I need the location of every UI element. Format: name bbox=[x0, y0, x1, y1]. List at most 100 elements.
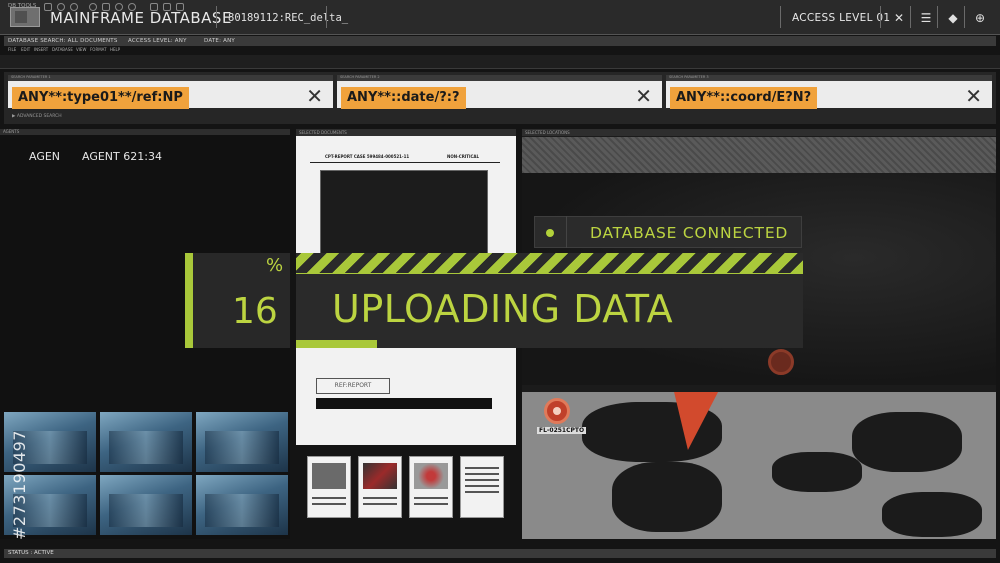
upload-progress-bar bbox=[296, 340, 377, 348]
filter-database-search[interactable]: DATABASE SEARCH: ALL DOCUMENTS bbox=[8, 38, 118, 44]
table-tool-icon[interactable] bbox=[176, 3, 184, 11]
status-text: STATUS : ACTIVE bbox=[8, 550, 54, 556]
thumbnail-text-line bbox=[312, 497, 346, 499]
document-thumbnail[interactable] bbox=[358, 456, 402, 518]
map-satellite-strip bbox=[522, 137, 996, 173]
search-label: SEARCH PARAMETER 1 bbox=[11, 75, 51, 79]
search-query[interactable]: ANY**:type01**/ref:NP bbox=[12, 87, 189, 109]
divider bbox=[910, 6, 911, 28]
panel-header: SELECTED DOCUMENTS bbox=[296, 129, 516, 136]
grid-tool-icon[interactable] bbox=[163, 3, 171, 11]
advanced-search-label: ADVANCED SEARCH bbox=[16, 114, 62, 119]
surveillance-photo[interactable] bbox=[100, 475, 192, 535]
classification-label: NON-CRITICAL bbox=[447, 154, 480, 159]
search-label: SEARCH PARAMETER 3 bbox=[669, 75, 709, 79]
thumbnail-text-line bbox=[363, 503, 397, 505]
search-label: SEARCH PARAMETER 2 bbox=[340, 75, 380, 79]
map-water bbox=[852, 412, 962, 472]
stock-image-id: #273190497 bbox=[10, 429, 29, 540]
thumbnail-image bbox=[414, 463, 448, 489]
thumbnail-text-line bbox=[465, 491, 499, 493]
progress-percent: 16 bbox=[232, 291, 278, 332]
panel-header: AGENTS bbox=[0, 129, 290, 135]
search-field-3[interactable]: SEARCH PARAMETER 3 ANY**::coord/E?N? ✕ bbox=[666, 75, 992, 109]
thumbnail-text-line bbox=[465, 485, 499, 487]
document-thumbnail[interactable] bbox=[460, 456, 504, 518]
redaction-bar bbox=[316, 398, 492, 409]
map-pin-icon[interactable] bbox=[768, 349, 794, 375]
access-level-label[interactable]: ACCESS LEVEL 01 bbox=[792, 12, 890, 24]
target-zone-marker[interactable] bbox=[665, 392, 719, 450]
map-pin-icon[interactable] bbox=[544, 398, 570, 424]
surveillance-photo[interactable] bbox=[196, 475, 288, 535]
menu-format[interactable]: FORMAT bbox=[90, 47, 107, 52]
thumbnail-text-line bbox=[312, 503, 346, 505]
menu-view[interactable]: VIEW bbox=[76, 47, 86, 52]
menu-database[interactable]: DATABASE bbox=[52, 47, 73, 52]
menu-edit[interactable]: EDIT bbox=[21, 47, 30, 52]
record-id: 80189112:REC_delta_ bbox=[228, 12, 349, 24]
map-coastline-view[interactable] bbox=[522, 392, 996, 539]
thumbnail-text-line bbox=[465, 473, 499, 475]
divider bbox=[566, 216, 567, 248]
edit-tool-icon[interactable] bbox=[44, 3, 52, 11]
gear-tool-icon[interactable] bbox=[128, 3, 136, 11]
upload-message: UPLOADING DATA bbox=[332, 287, 674, 331]
settings-tool-icon[interactable] bbox=[70, 3, 78, 11]
menu-insert[interactable]: INSERT bbox=[34, 47, 48, 52]
app-title: MAINFRAME DATABASE bbox=[50, 9, 232, 27]
thumbnail-text-line bbox=[465, 467, 499, 469]
search-query[interactable]: ANY**::date/?:? bbox=[341, 87, 466, 109]
report-title: CPT-REPORT CASE 599484-000521-11 bbox=[325, 154, 410, 159]
target-tool-icon[interactable] bbox=[89, 3, 97, 11]
clear-search-icon[interactable]: ✕ bbox=[306, 86, 323, 106]
search-field-1[interactable]: SEARCH PARAMETER 1 ANY**:type01**/ref:NP… bbox=[8, 75, 333, 109]
menu-file[interactable]: FILE bbox=[8, 47, 16, 52]
filter-access-level[interactable]: ACCESS LEVEL: ANY bbox=[128, 38, 187, 44]
map-water bbox=[882, 492, 982, 537]
clear-search-icon[interactable]: ✕ bbox=[965, 86, 982, 106]
calendar-tool-icon[interactable] bbox=[150, 3, 158, 11]
divider bbox=[326, 6, 327, 28]
document-thumbnail[interactable] bbox=[307, 456, 351, 518]
map-water bbox=[772, 452, 862, 492]
filter-date[interactable]: DATE: ANY bbox=[204, 38, 235, 44]
divider bbox=[310, 162, 500, 163]
surveillance-photo[interactable] bbox=[100, 412, 192, 472]
menu-bar: FILE EDIT INSERT DATABASE VIEW FORMAT HE… bbox=[4, 47, 996, 54]
shield-tool-icon[interactable] bbox=[57, 3, 65, 11]
status-bar bbox=[4, 549, 996, 558]
percent-sign: % bbox=[266, 255, 284, 276]
globe-icon[interactable]: ⊕ bbox=[972, 10, 988, 26]
thumbnail-image bbox=[312, 463, 346, 489]
surveillance-photo[interactable] bbox=[196, 412, 288, 472]
thumbnail-text-line bbox=[414, 497, 448, 499]
divider bbox=[780, 6, 781, 28]
thumbnail-text-line bbox=[414, 503, 448, 505]
layers-icon[interactable]: ◆ bbox=[945, 10, 961, 26]
network-icon[interactable]: ✕ bbox=[891, 10, 907, 26]
hazard-stripes bbox=[296, 253, 803, 274]
document-thumbnail[interactable] bbox=[409, 456, 453, 518]
thumbnail-image bbox=[363, 463, 397, 489]
clear-search-icon[interactable]: ✕ bbox=[635, 86, 652, 106]
agent-name[interactable]: AGENT 621:34 bbox=[82, 150, 162, 163]
document-stamp: REF:REPORT bbox=[316, 378, 390, 394]
map-water bbox=[612, 462, 722, 532]
globe-tool-icon[interactable] bbox=[115, 3, 123, 11]
advanced-search-link[interactable]: ▶ ADVANCED SEARCH bbox=[12, 114, 62, 119]
toolbar bbox=[0, 55, 1000, 69]
search-field-2[interactable]: SEARCH PARAMETER 2 ANY**::date/?:? ✕ bbox=[337, 75, 662, 109]
document-image bbox=[320, 170, 488, 260]
search-query[interactable]: ANY**::coord/E?N? bbox=[670, 87, 818, 109]
divider bbox=[216, 6, 217, 28]
panel-header: SELECTED LOCATIONS bbox=[522, 129, 996, 136]
list-icon[interactable]: ☰ bbox=[918, 10, 934, 26]
divider bbox=[880, 6, 881, 28]
map-pin-label: FL-0251CPTO bbox=[537, 427, 587, 434]
connection-status: DATABASE CONNECTED bbox=[590, 224, 789, 242]
divider bbox=[964, 6, 965, 28]
database-tool-icon[interactable] bbox=[102, 3, 110, 11]
thumbnail-text-line bbox=[363, 497, 397, 499]
menu-help[interactable]: HELP bbox=[110, 47, 120, 52]
